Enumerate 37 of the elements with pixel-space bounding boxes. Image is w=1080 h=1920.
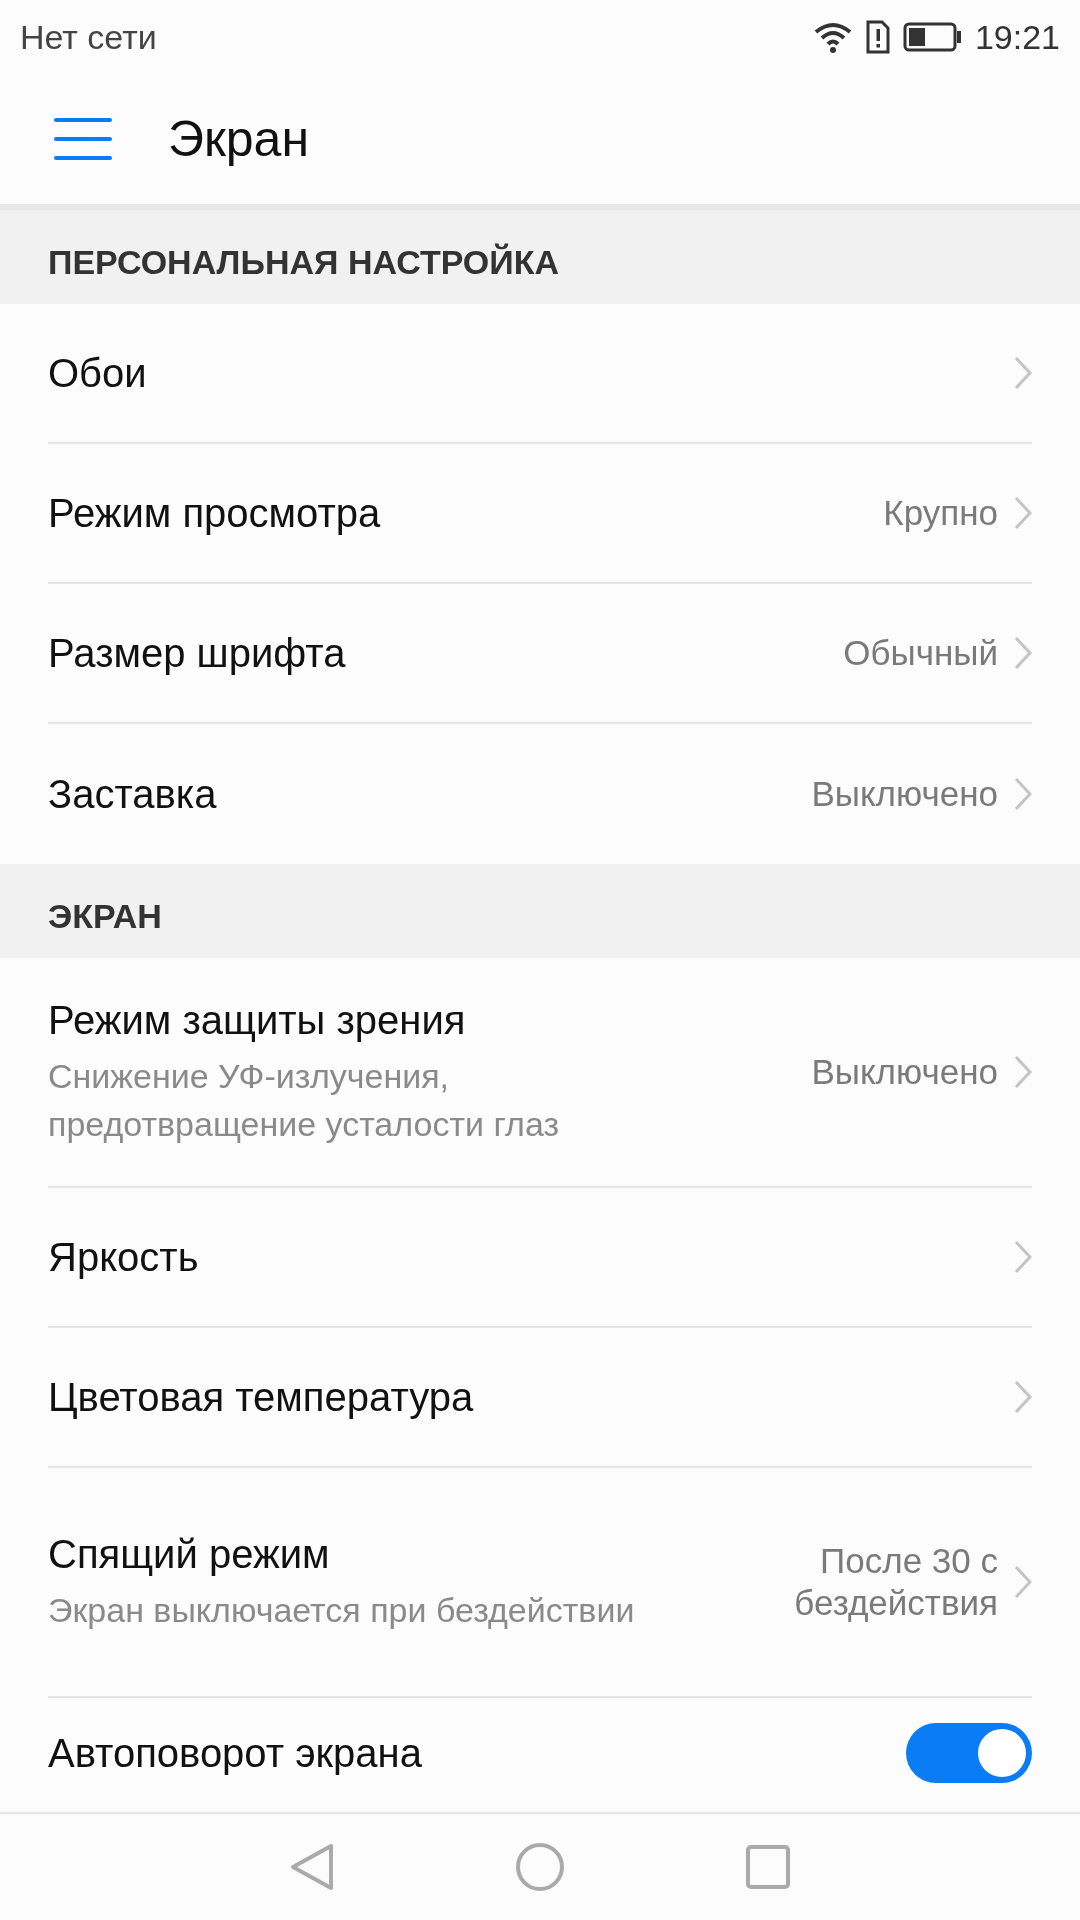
chevron-right-icon [1014,1565,1032,1599]
setting-title: Автоповорот экрана [48,1730,423,1777]
setting-value: Выключено [811,773,998,815]
setting-title: Спящий режим [48,1531,331,1579]
setting-title: Режим защиты зрения [48,997,467,1045]
setting-title: Цветовая температура [48,1374,475,1421]
toggle-switch[interactable] [906,1723,1032,1783]
chevron-right-icon [1014,777,1032,811]
setting-description: Снижение УФ-излучения, предотвращение усталости глаз [48,1056,561,1145]
setting-value: После 30 с бездействия [793,1540,998,1624]
battery-icon [902,22,963,52]
setting-title: Яркость [48,1234,200,1281]
chevron-right-icon [1014,1380,1032,1414]
setting-title: Размер шрифта [48,630,347,677]
section-header: ЭКРАН [48,896,162,937]
chevron-right-icon [1014,1055,1032,1089]
section-header: ПЕРСОНАЛЬНАЯ НАСТРОЙКА [48,242,560,283]
chevron-right-icon [1014,356,1032,390]
menu-icon[interactable] [54,118,112,160]
wifi-icon [812,20,853,54]
setting-value: Обычный [843,632,998,674]
chevron-right-icon [1014,636,1032,670]
recents-icon[interactable] [745,1844,791,1890]
setting-title: Режим просмотра [48,490,382,537]
sim-alert-icon [864,19,891,55]
chevron-right-icon [1014,496,1032,530]
setting-title: Обои [48,350,148,397]
setting-value: Выключено [811,1051,998,1093]
home-icon[interactable] [515,1842,565,1892]
carrier-status: Нет сети [20,16,157,58]
setting-description: Экран выключается при бездействии [48,1590,636,1632]
chevron-right-icon [1014,1240,1032,1274]
page-title: Экран [168,109,310,169]
back-icon[interactable] [289,1842,335,1892]
setting-title: Заставка [48,771,218,818]
clock: 19:21 [974,16,1060,58]
setting-value: Крупно [883,492,998,534]
